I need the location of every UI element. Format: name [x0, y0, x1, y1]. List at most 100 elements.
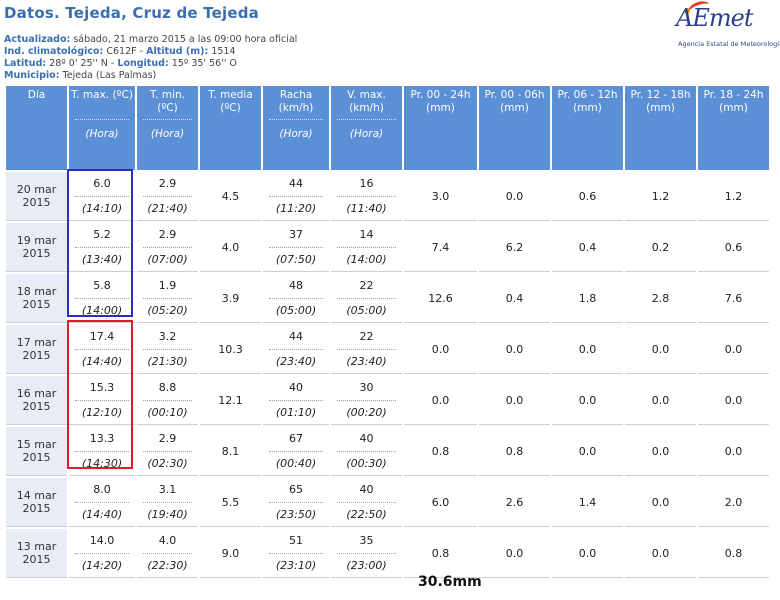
- aemet-logo[interactable]: AEmet Agencia Estatal de Meteorología: [676, 0, 780, 52]
- racha-cell: 37 (07:50): [263, 223, 329, 272]
- weather-data-table: Día T. max. (ºC) (Hora) T. min. (ºC) (Hora) T…: [4, 84, 771, 580]
- racha-stack: 44 (23:40): [263, 325, 329, 373]
- column-header-label: T. media (ºC): [208, 89, 253, 114]
- tmax-value: 6.0: [93, 177, 111, 191]
- racha-stack: 37 (07:50): [263, 223, 329, 271]
- tmin-stack: 3.1 (19:40): [137, 478, 198, 526]
- tmed-cell: 9.0: [200, 529, 261, 578]
- vmax-value: 35: [359, 534, 374, 548]
- column-header-label: Pr. 00 - 24h (mm): [410, 89, 471, 114]
- table-row: 17 mar 2015 17.4 (14:40) 3.2 (21:30) 10.3 44 (2…: [6, 325, 769, 374]
- tmin-value: 3.1: [158, 483, 177, 497]
- column-header-7: Pr. 00 - 06h (mm): [479, 86, 550, 170]
- p24b-cell: 7.6: [698, 274, 769, 323]
- tmin-time: (00:10): [143, 399, 192, 425]
- p12-cell: 0.0: [552, 376, 623, 425]
- vmax-value: 30: [359, 381, 374, 395]
- p24-cell: 0.8: [404, 427, 477, 476]
- tmin-time: (07:00): [143, 246, 192, 272]
- racha-value: 51: [289, 534, 303, 548]
- p18-cell: 0.0: [625, 478, 696, 527]
- tmin-cell: 4.0 (22:30): [137, 529, 198, 578]
- vmax-stack: 40 (22:50): [331, 478, 402, 526]
- racha-cell: 44 (23:40): [263, 325, 329, 374]
- racha-value: 44: [289, 177, 303, 191]
- p12-cell: 0.0: [552, 325, 623, 374]
- alt-label: Altitud (m):: [146, 46, 209, 57]
- vmax-time: (11:40): [337, 195, 396, 221]
- ind-label: Ind. climatológico:: [4, 46, 104, 57]
- column-header-label: T. min. (ºC): [150, 89, 185, 114]
- racha-time: (00:40): [269, 450, 323, 476]
- p12-cell: 0.4: [552, 223, 623, 272]
- day-cell: 15 mar 2015: [6, 427, 67, 476]
- tmin-stack: 4.0 (22:30): [137, 529, 198, 577]
- tmin-value: 2.9: [158, 432, 177, 446]
- station-metadata: Actualizado: sábado, 21 marzo 2015 a las…: [4, 34, 297, 82]
- tmax-value: 15.3: [89, 381, 115, 395]
- logo-wordmark: AEmet: [676, 4, 753, 32]
- table-row: 15 mar 2015 13.3 (14:30) 2.9 (02:30) 8.1 67 (00…: [6, 427, 769, 476]
- racha-cell: 65 (23:50): [263, 478, 329, 527]
- table-header-row: Día T. max. (ºC) (Hora) T. min. (ºC) (Hora) T…: [6, 86, 769, 170]
- tmax-stack: 17.4 (14:40): [69, 325, 135, 373]
- racha-cell: 67 (00:40): [263, 427, 329, 476]
- vmax-stack: 22 (05:00): [331, 274, 402, 322]
- racha-cell: 44 (11:20): [263, 172, 329, 221]
- vmax-stack: 16 (11:40): [331, 172, 402, 220]
- p18-cell: 0.0: [625, 325, 696, 374]
- tmax-cell: 13.3 (14:30): [69, 427, 135, 476]
- racha-stack: 51 (23:10): [263, 529, 329, 577]
- p06-cell: 0.4: [479, 274, 550, 323]
- tmed-cell: 5.5: [200, 478, 261, 527]
- column-header-label: V. max. (km/h): [347, 89, 386, 114]
- racha-stack: 48 (05:00): [263, 274, 329, 322]
- table-row: 18 mar 2015 5.8 (14:00) 1.9 (05:20) 3.9 48 (05:…: [6, 274, 769, 323]
- tmax-value: 8.0: [93, 483, 111, 497]
- tmin-time: (21:40): [143, 195, 192, 221]
- column-header-label: Pr. 06 - 12h (mm): [557, 89, 618, 114]
- tmin-stack: 1.9 (05:20): [137, 274, 198, 322]
- tmin-value: 8.8: [158, 381, 177, 395]
- tmax-cell: 14.0 (14:20): [69, 529, 135, 578]
- vmax-cell: 22 (23:40): [331, 325, 402, 374]
- racha-value: 37: [289, 228, 303, 242]
- racha-cell: 40 (01:10): [263, 376, 329, 425]
- p12-cell: 1.4: [552, 478, 623, 527]
- p06-cell: 2.6: [479, 478, 550, 527]
- alt-value: 1514: [211, 46, 236, 57]
- tmax-cell: 15.3 (12:10): [69, 376, 135, 425]
- p24b-cell: 0.6: [698, 223, 769, 272]
- vmax-stack: 22 (23:40): [331, 325, 402, 373]
- tmed-cell: 4.0: [200, 223, 261, 272]
- tmed-cell: 10.3: [200, 325, 261, 374]
- p12-cell: 0.0: [552, 529, 623, 578]
- p24b-cell: 1.2: [698, 172, 769, 221]
- tmax-cell: 17.4 (14:40): [69, 325, 135, 374]
- tmed-cell: 3.9: [200, 274, 261, 323]
- tmax-time: (14:10): [75, 195, 129, 221]
- table-row: 19 mar 2015 5.2 (13:40) 2.9 (07:00) 4.0 37 (07:…: [6, 223, 769, 272]
- p24-cell: 3.0: [404, 172, 477, 221]
- day-cell: 13 mar 2015: [6, 529, 67, 578]
- vmax-time: (00:30): [337, 450, 396, 476]
- p24b-cell: 0.0: [698, 325, 769, 374]
- racha-value: 40: [289, 381, 303, 395]
- p12-cell: 1.8: [552, 274, 623, 323]
- tmax-stack: 5.8 (14:00): [69, 274, 135, 322]
- racha-stack: 67 (00:40): [263, 427, 329, 475]
- p18-cell: 2.8: [625, 274, 696, 323]
- p24-cell: 0.8: [404, 529, 477, 578]
- tmin-cell: 1.9 (05:20): [137, 274, 198, 323]
- racha-value: 44: [289, 330, 303, 344]
- p18-cell: 0.0: [625, 529, 696, 578]
- vmax-value: 16: [359, 177, 374, 191]
- table-row: 13 mar 2015 14.0 (14:20) 4.0 (22:30) 9.0 51 (23…: [6, 529, 769, 578]
- tmax-cell: 5.8 (14:00): [69, 274, 135, 323]
- page-title: Datos. Tejeda, Cruz de Tejeda: [4, 4, 259, 22]
- column-header-sub: (Hora): [75, 119, 129, 141]
- tmin-value: 3.2: [158, 330, 177, 344]
- p24b-cell: 0.8: [698, 529, 769, 578]
- total-precipitation-annotation: 30.6mm: [418, 574, 482, 590]
- racha-time: (07:50): [269, 246, 323, 272]
